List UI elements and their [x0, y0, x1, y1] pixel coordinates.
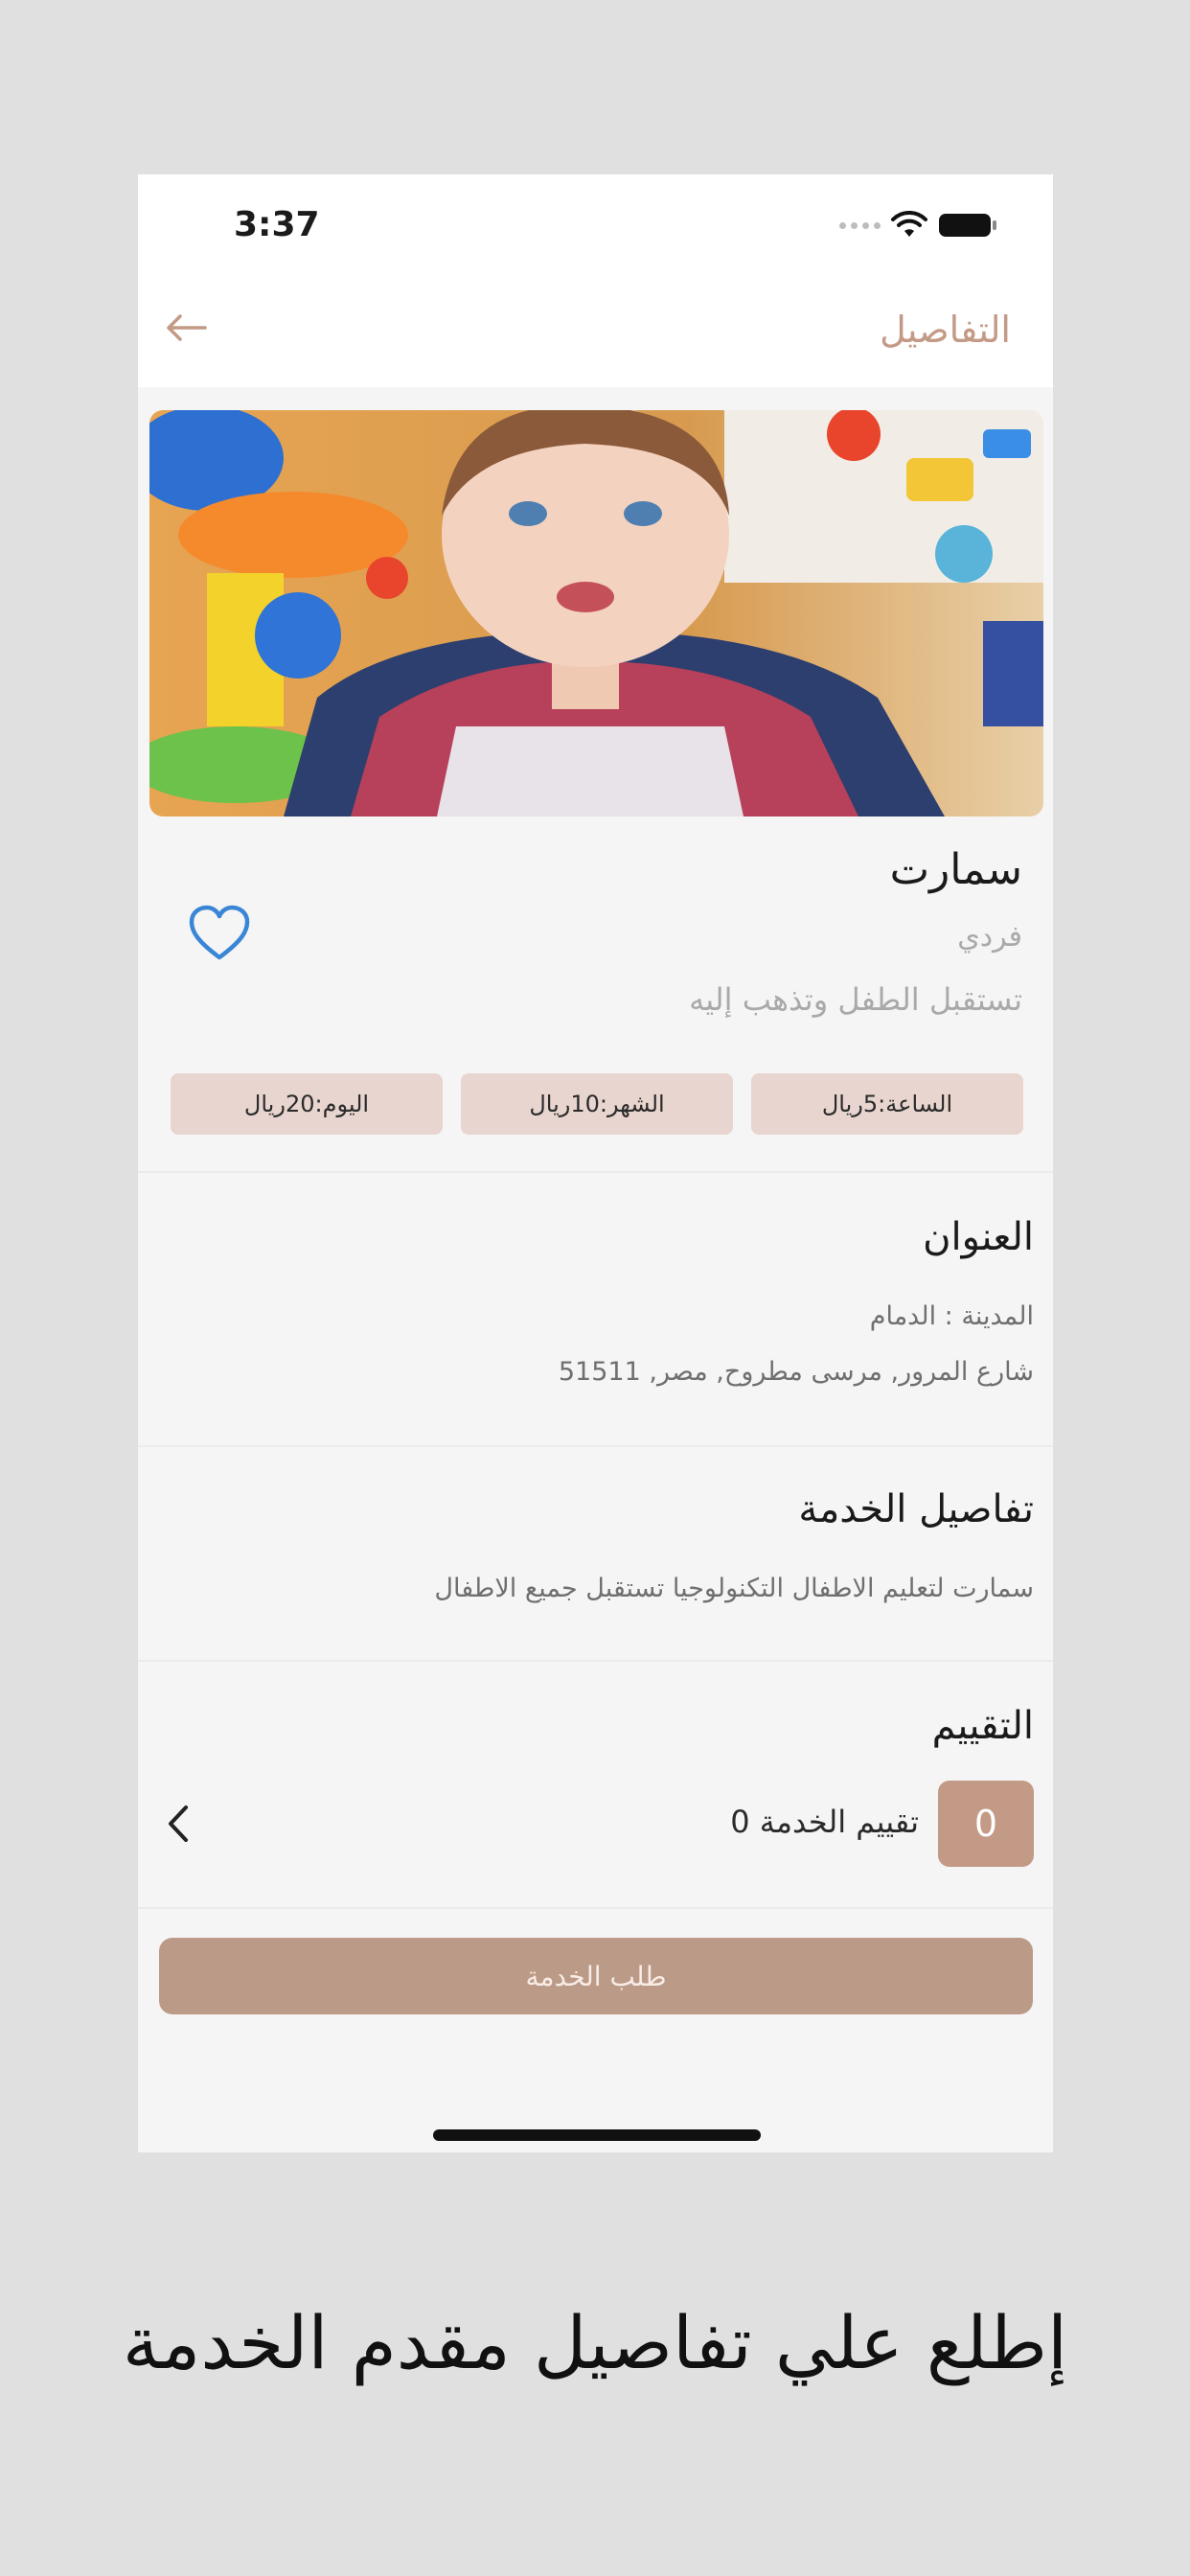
- address-city: المدينة : الدمام: [869, 1301, 1034, 1331]
- provider-type: فردي: [957, 920, 1022, 954]
- rating-label: تقييم الخدمة 0: [730, 1804, 919, 1840]
- service-details-text: سمارت لتعليم الاطفال التكنولوجيا تستقبل …: [434, 1574, 1034, 1603]
- navigation-bar: التفاصيل: [138, 270, 1053, 387]
- battery-icon: [939, 214, 996, 237]
- price-daily: اليوم:20ريال: [171, 1073, 443, 1135]
- divider: [138, 1171, 1053, 1173]
- rating-score-badge: 0: [938, 1781, 1034, 1867]
- promo-caption: إطلع علي تفاصيل مقدم الخدمة: [122, 2300, 1068, 2385]
- divider: [138, 1445, 1053, 1447]
- rating-title: التقييم: [931, 1704, 1034, 1748]
- signal-icon: [839, 221, 881, 229]
- chevron-left-icon[interactable]: [155, 1800, 203, 1848]
- page-title: التفاصيل: [880, 309, 1011, 351]
- price-hourly: الساعة:5ريال: [751, 1073, 1023, 1135]
- request-service-button[interactable]: طلب الخدمة: [159, 1938, 1033, 2014]
- favorite-heart-icon[interactable]: [188, 903, 251, 966]
- phone-screen: 3:37 التفاصيل سمارت فردي تستقبل الطفل وت…: [138, 174, 1053, 2152]
- status-bar: 3:37: [138, 174, 1053, 270]
- address-street: شارع المرور, مرسى مطروح, مصر, 51511: [558, 1357, 1034, 1387]
- divider: [138, 1907, 1053, 1909]
- price-monthly: الشهر:10ريال: [461, 1073, 733, 1135]
- provider-photo: [149, 410, 1043, 816]
- status-icons: [839, 211, 997, 240]
- service-details-title: تفاصيل الخدمة: [798, 1487, 1034, 1531]
- address-title: العنوان: [923, 1215, 1034, 1259]
- back-arrow-icon[interactable]: [157, 299, 215, 356]
- status-time: 3:37: [234, 205, 320, 244]
- provider-name: سمارت: [889, 845, 1022, 894]
- provider-description: تستقبل الطفل وتذهب إليه: [689, 981, 1022, 1018]
- price-chips: الساعة:5ريال الشهر:10ريال اليوم:20ريال: [171, 1073, 1023, 1135]
- wifi-icon: [891, 211, 927, 237]
- divider: [138, 1660, 1053, 1662]
- home-indicator: [433, 2129, 761, 2141]
